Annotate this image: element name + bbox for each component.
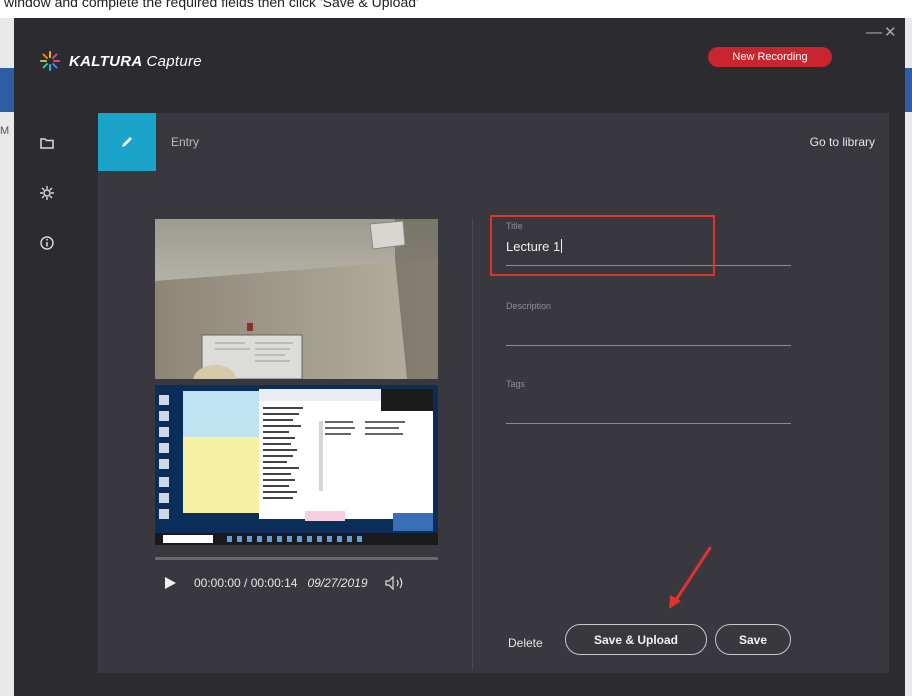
tags-input[interactable] (506, 397, 791, 413)
kaltura-logo-icon (40, 51, 60, 71)
entry-panel: Entry Go to library 00:00:00 / 00:00:14 … (98, 113, 889, 673)
edit-entry-tab[interactable] (98, 113, 156, 171)
column-divider (472, 219, 473, 669)
title-bar: KALTURA Capture New Recording — ✕ (14, 18, 905, 98)
app-brand: KALTURA Capture (69, 53, 202, 70)
webcam-preview[interactable] (155, 219, 438, 379)
close-button[interactable]: ✕ (884, 25, 898, 40)
description-field[interactable]: Description (506, 301, 791, 346)
sidebar (14, 98, 98, 696)
brand-product: Capture (146, 52, 202, 70)
save-button[interactable]: Save (715, 624, 791, 655)
folder-icon[interactable] (38, 134, 56, 152)
app-logo: KALTURA Capture (39, 50, 202, 72)
save-and-upload-button[interactable]: Save & Upload (565, 624, 707, 655)
background-left-strip: M (0, 18, 14, 696)
brand-name: KALTURA (69, 52, 143, 70)
volume-icon[interactable] (384, 575, 406, 591)
playback-progress-bar[interactable] (155, 557, 438, 560)
background-letter: M (0, 125, 10, 137)
info-icon[interactable] (38, 234, 56, 252)
tags-label: Tags (506, 379, 526, 389)
tags-field[interactable]: Tags (506, 379, 791, 424)
background-document-text: window and complete the required fields … (0, 0, 912, 18)
delete-button[interactable]: Delete (508, 636, 543, 650)
screen-preview[interactable] (155, 385, 438, 545)
new-recording-button[interactable]: New Recording (708, 47, 832, 67)
description-label: Description (506, 301, 552, 311)
description-input[interactable] (506, 319, 791, 335)
play-icon[interactable] (163, 576, 177, 590)
background-text: window and complete the required fields … (4, 0, 419, 10)
player-controls: 00:00:00 / 00:00:14 09/27/2019 (155, 573, 455, 593)
background-right-strip (905, 18, 912, 696)
recording-date: 09/27/2019 (307, 576, 368, 590)
entry-label: Entry (171, 135, 200, 149)
kaltura-capture-window: KALTURA Capture New Recording — ✕ Entry … (14, 18, 905, 696)
title-highlight-box (490, 215, 715, 276)
pencil-icon (122, 137, 132, 147)
go-to-library-link[interactable]: Go to library (810, 135, 875, 149)
timecode: 00:00:00 / 00:00:14 (194, 576, 298, 590)
annotation-arrow-icon (669, 546, 712, 609)
minimize-button[interactable]: — (866, 25, 882, 41)
gear-icon[interactable] (38, 184, 56, 202)
